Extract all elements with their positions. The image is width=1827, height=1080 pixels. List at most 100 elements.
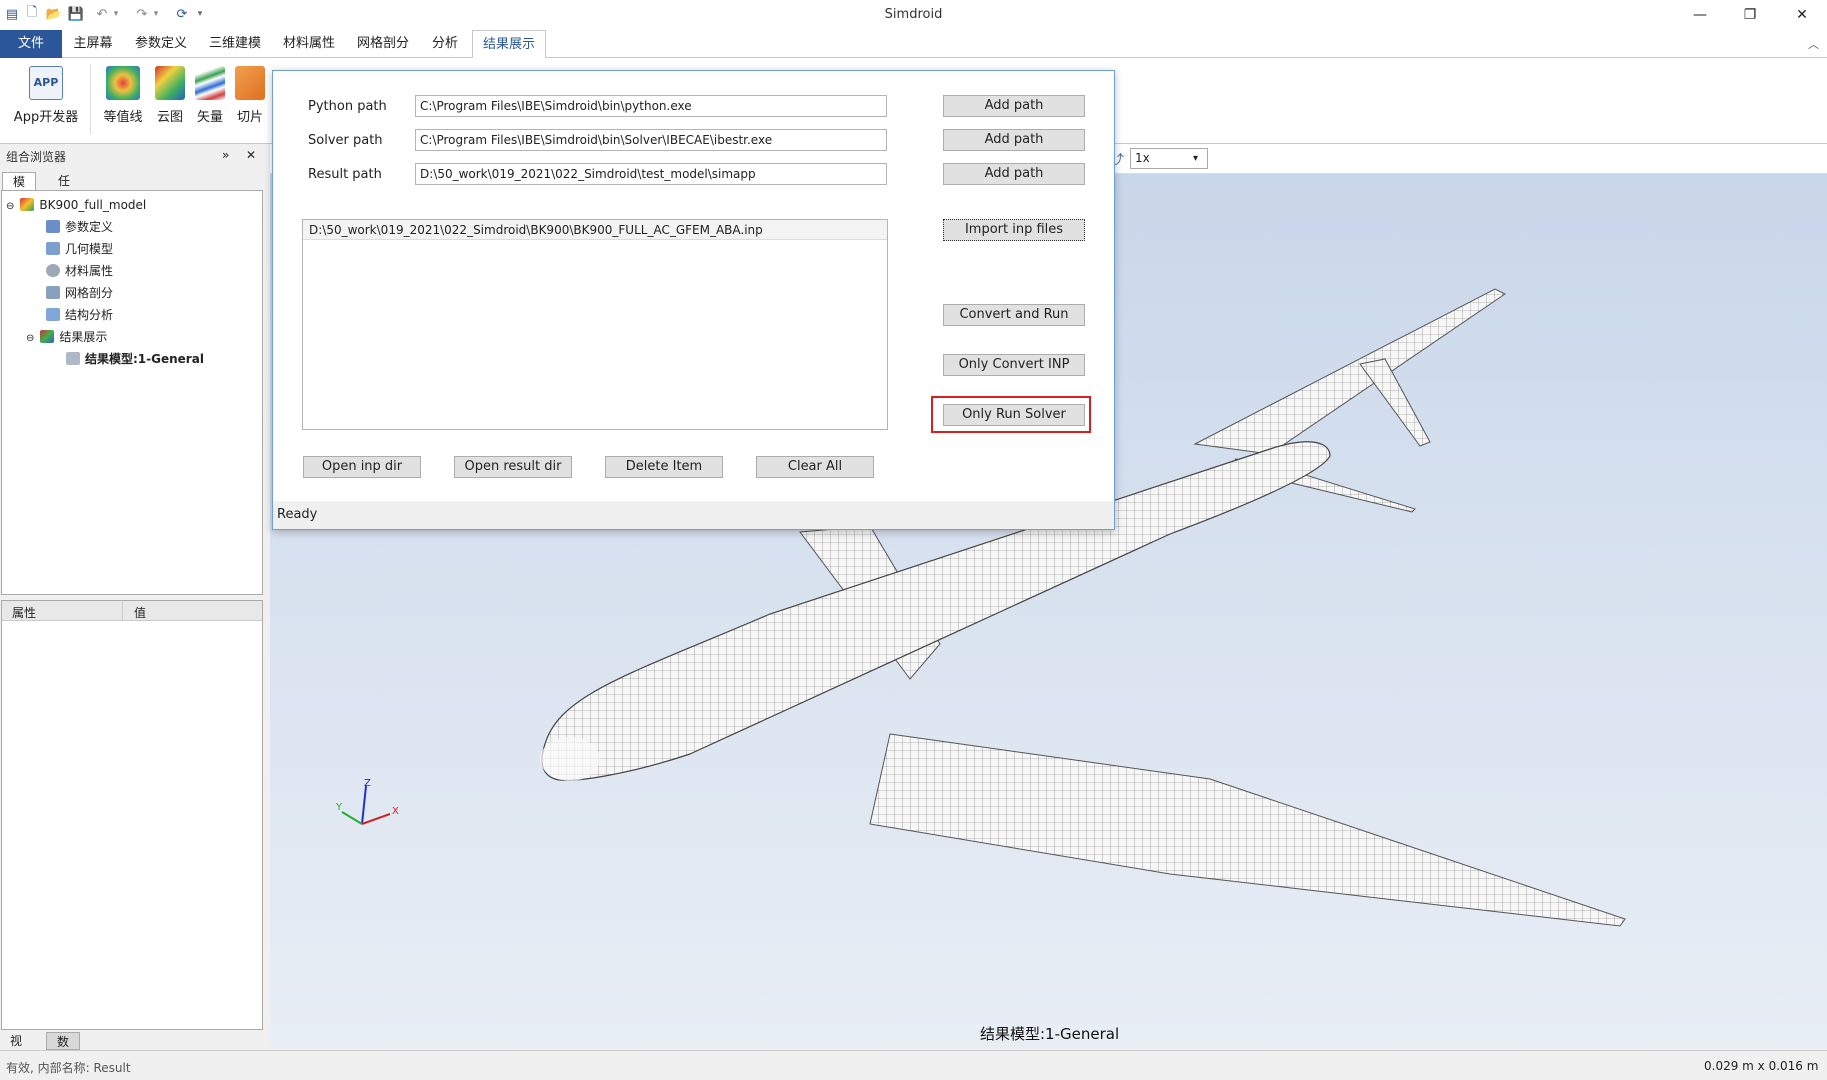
speed-select-value: 1x	[1135, 151, 1150, 165]
tab-view[interactable]: 视图	[0, 1032, 32, 1066]
collapse-ribbon-icon[interactable]: ︿	[1808, 36, 1819, 52]
vector-label: 矢量	[196, 110, 223, 125]
close-button[interactable]: ✕	[1779, 0, 1825, 30]
solver-path-input[interactable]: C:\Program Files\IBE\Simdroid\bin\Solver…	[415, 129, 887, 151]
combo-browser-panel: 组合浏览器 » ✕ 模型 任务 ⊖BK900_full_model 参数定义 几…	[0, 144, 266, 1067]
restore-button[interactable]: ❐	[1727, 0, 1773, 30]
chevron-down-icon: ▾	[1193, 153, 1199, 164]
tree-item-label: 材料属性	[65, 264, 114, 278]
app-developer-button[interactable]: APP App开发器	[10, 66, 82, 125]
model-icon	[20, 198, 35, 211]
cloud-map-button[interactable]: 云图	[152, 66, 188, 125]
title-bar: ▤ 🗋 📂 💾 ↶ ▾ ↷ ▾ ⟳ ▾ Simdroid — ❐ ✕	[0, 0, 1827, 30]
solver-dialog: Python path C:\Program Files\IBE\Simdroi…	[272, 70, 1115, 530]
contour-line-label: 等值线	[103, 110, 143, 125]
solver-path-label: Solver path	[308, 133, 383, 148]
tree-root[interactable]: ⊖ BK900_full_model	[6, 195, 146, 215]
app-developer-label: App开发器	[13, 110, 79, 125]
tab-home[interactable]: 主屏幕	[66, 30, 120, 58]
result-path-input[interactable]: D:\50_work\019_2021\022_Simdroid\test_mo…	[415, 163, 887, 185]
only-convert-button[interactable]: Only Convert INP	[943, 354, 1085, 376]
vector-button[interactable]: 矢量	[192, 66, 228, 125]
ribbon-divider	[90, 64, 91, 134]
model-tree: ⊖ BK900_full_model 参数定义 几何模型 材料属性 网格剖分 结构…	[1, 190, 263, 595]
tree-item-label: 网格剖分	[65, 286, 114, 300]
y-axis-label: Y	[335, 802, 343, 813]
tree-item-label: 几何模型	[65, 242, 114, 256]
tree-item-structural[interactable]: 结构分析	[46, 305, 113, 325]
z-axis-line	[361, 785, 367, 825]
material-icon	[46, 264, 60, 277]
vertical-tail	[1193, 288, 1506, 455]
collapse-toggle-icon[interactable]: ⊖	[6, 201, 14, 212]
open-inp-dir-button[interactable]: Open inp dir	[303, 456, 421, 478]
vector-icon	[195, 66, 225, 100]
tab-analysis[interactable]: 分析	[424, 30, 466, 58]
tree-item-parameters[interactable]: 参数定义	[46, 217, 113, 237]
property-grid: 属性 值	[1, 600, 263, 1030]
result-model-label: 结果模型:1-General	[980, 1025, 1120, 1043]
tab-parameters[interactable]: 参数定义	[128, 30, 194, 58]
tab-3d-modeling[interactable]: 三维建模	[202, 30, 268, 58]
z-axis-label: Z	[364, 778, 371, 789]
python-path-input[interactable]: C:\Program Files\IBE\Simdroid\bin\python…	[415, 95, 887, 117]
tree-item-results[interactable]: ⊖ 结果展示	[26, 327, 107, 347]
delete-item-button[interactable]: Delete Item	[605, 456, 723, 478]
cloud-map-label: 云图	[156, 110, 183, 125]
dialog-status: Ready	[273, 501, 1114, 529]
app-icon: APP	[29, 66, 63, 100]
open-result-dir-button[interactable]: Open result dir	[454, 456, 572, 478]
add-solver-path-button[interactable]: Add path	[943, 129, 1085, 151]
add-result-path-button[interactable]: Add path	[943, 163, 1085, 185]
minimize-button[interactable]: —	[1677, 0, 1723, 30]
inp-file-list[interactable]: D:\50_work\019_2021\022_Simdroid\BK900\B…	[302, 219, 888, 430]
list-item[interactable]: D:\50_work\019_2021\022_Simdroid\BK900\B…	[303, 220, 887, 240]
tab-materials[interactable]: 材料属性	[276, 30, 342, 58]
status-dimensions: 0.029 m x 0.016 m	[1704, 1059, 1819, 1073]
tree-item-label: 结构分析	[65, 308, 114, 322]
collapse-toggle-icon[interactable]: ⊖	[26, 333, 34, 344]
geometry-icon	[46, 242, 60, 255]
import-inp-button[interactable]: Import inp files	[943, 219, 1085, 241]
tree-root-label: BK900_full_model	[39, 198, 147, 212]
nose-highlight	[540, 737, 600, 781]
tree-item-geometry[interactable]: 几何模型	[46, 239, 113, 259]
x-axis-label: X	[392, 806, 399, 817]
tree-item-label: 结果展示	[59, 330, 108, 344]
tab-task[interactable]: 任务	[48, 172, 80, 206]
slice-label: 切片	[236, 110, 263, 125]
right-wing	[869, 733, 1626, 927]
x-axis-line	[361, 813, 391, 825]
add-python-path-button[interactable]: Add path	[943, 95, 1085, 117]
close-panel-icon[interactable]: ✕	[246, 148, 256, 162]
tree-item-mesh[interactable]: 网格剖分	[46, 283, 113, 303]
tab-meshing[interactable]: 网格剖分	[350, 30, 416, 58]
y-axis-line	[341, 811, 363, 825]
status-left: 有效, 内部名称: Result	[6, 1061, 131, 1075]
result-model-icon	[66, 352, 80, 365]
menu-file[interactable]: 文件	[0, 30, 62, 58]
clear-all-button[interactable]: Clear All	[756, 456, 874, 478]
value-column-header: 值	[134, 606, 147, 620]
analysis-icon	[46, 308, 60, 321]
only-run-solver-button[interactable]: Only Run Solver	[943, 404, 1085, 426]
property-column-header: 属性	[12, 606, 37, 620]
convert-and-run-button[interactable]: Convert and Run	[943, 304, 1085, 326]
tab-data[interactable]: 数据	[46, 1032, 81, 1067]
expand-panel-icon[interactable]: »	[222, 148, 229, 162]
tree-item-materials[interactable]: 材料属性	[46, 261, 113, 281]
tab-model[interactable]: 模型	[2, 172, 37, 207]
speed-select[interactable]: 1x ▾	[1130, 148, 1208, 169]
contour-line-icon	[106, 66, 140, 100]
contour-line-button[interactable]: 等值线	[98, 66, 148, 125]
python-path-label: Python path	[308, 99, 387, 114]
result-path-label: Result path	[308, 167, 382, 182]
column-divider	[122, 601, 123, 621]
slice-button[interactable]: 切片	[232, 66, 268, 125]
tab-results[interactable]: 结果展示	[472, 30, 546, 59]
tree-item-label: 结果模型:1-General	[85, 352, 204, 366]
axis-triad: Z X Y	[335, 778, 399, 825]
left-stabilizer	[1359, 358, 1431, 447]
tree-item-result-model[interactable]: 结果模型:1-General	[66, 349, 204, 369]
tree-item-label: 参数定义	[65, 220, 114, 234]
